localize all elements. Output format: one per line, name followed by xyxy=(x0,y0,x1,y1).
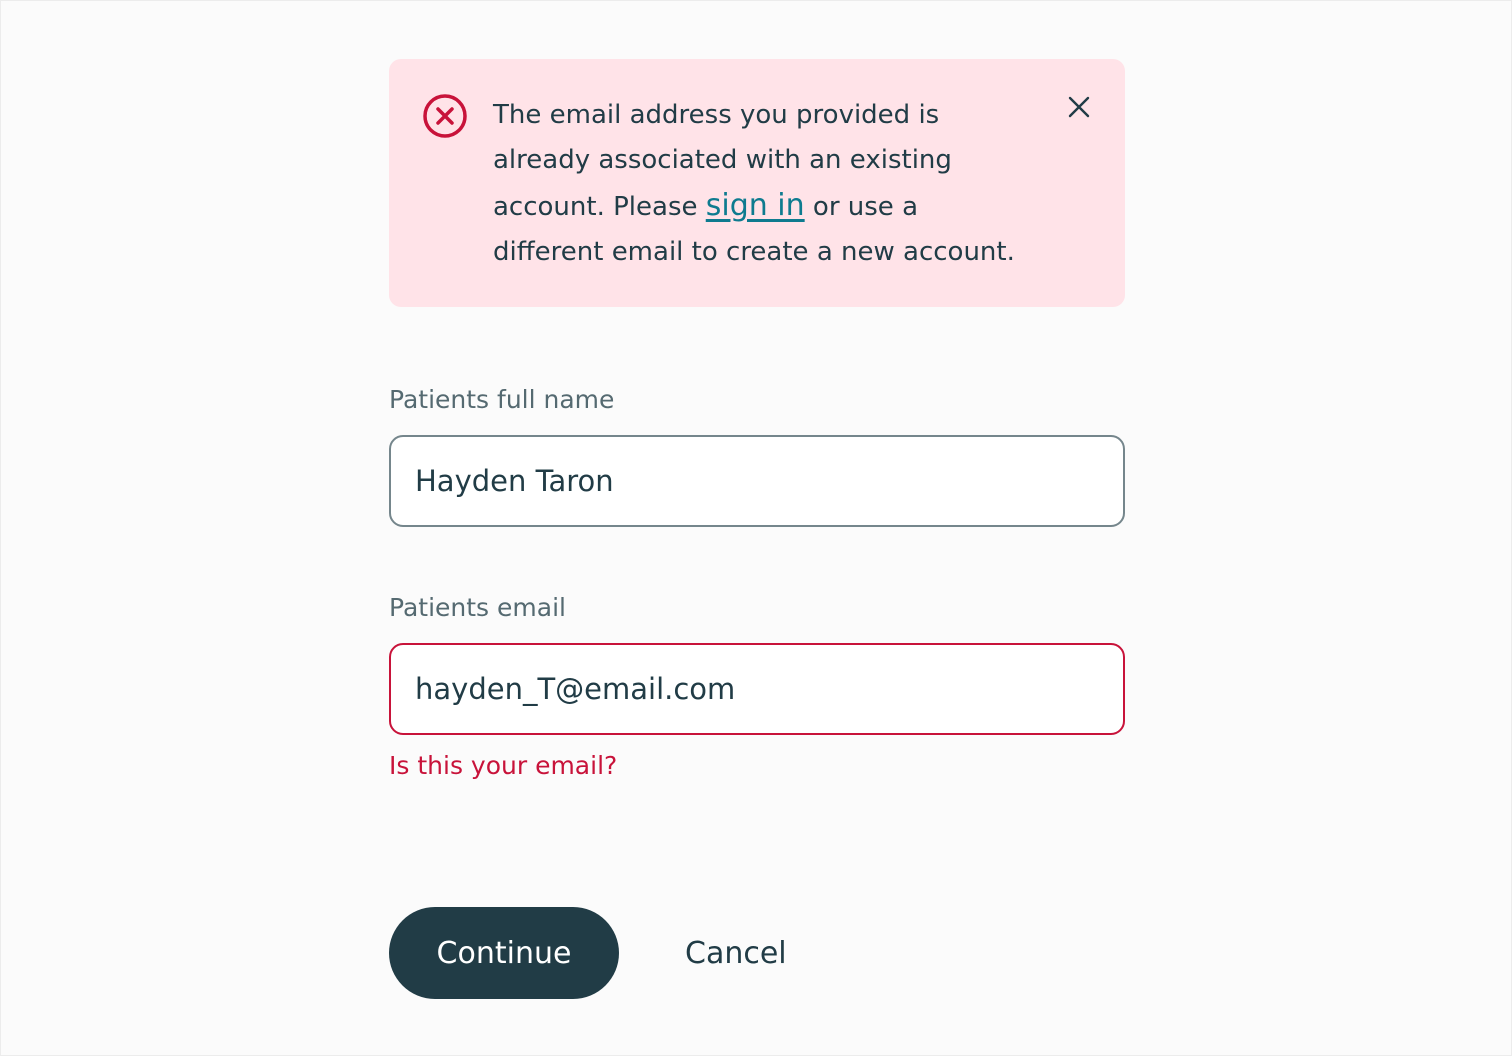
error-alert: The email address you provided is alread… xyxy=(389,59,1125,307)
alert-message: The email address you provided is alread… xyxy=(493,93,1023,275)
name-field[interactable] xyxy=(389,435,1125,527)
close-icon xyxy=(1061,96,1097,128)
sign-in-link[interactable]: sign in xyxy=(706,188,805,223)
cancel-button[interactable]: Cancel xyxy=(659,907,813,999)
email-field-label: Patients email xyxy=(389,593,566,622)
account-form: The email address you provided is alread… xyxy=(389,59,1125,999)
continue-button[interactable]: Continue xyxy=(389,907,619,999)
email-error-message: Is this your email? xyxy=(389,751,618,780)
name-field-label: Patients full name xyxy=(389,385,615,414)
error-circle-x-icon xyxy=(421,92,469,140)
email-field[interactable] xyxy=(389,643,1125,735)
close-alert-button[interactable] xyxy=(1061,89,1097,125)
